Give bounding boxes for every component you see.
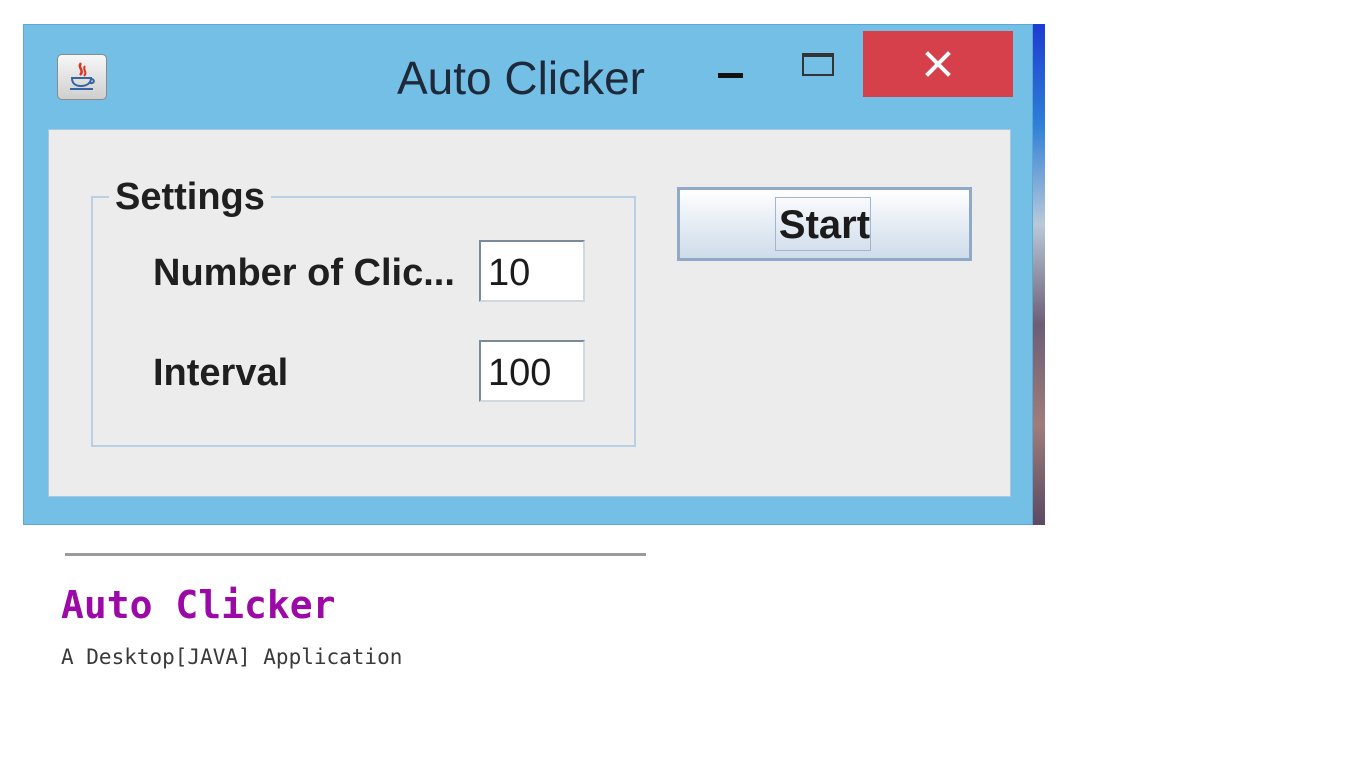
settings-legend: Settings bbox=[109, 176, 271, 219]
settings-group: Settings Number of Clic... 10 Interval 1… bbox=[91, 176, 636, 447]
minimize-button[interactable] bbox=[704, 55, 764, 95]
title-bar[interactable]: Auto Clicker bbox=[24, 25, 1034, 129]
maximize-button[interactable] bbox=[784, 47, 854, 87]
close-button[interactable] bbox=[863, 31, 1013, 97]
page: Auto Clicker Settings Number of Clic... bbox=[0, 0, 1366, 768]
desktop-background bbox=[1033, 24, 1045, 525]
java-cup-icon[interactable] bbox=[57, 54, 107, 100]
app-window: Auto Clicker Settings Number of Clic... bbox=[23, 24, 1033, 525]
caption-subtitle: A Desktop[JAVA] Application bbox=[61, 645, 403, 669]
window-title: Auto Clicker bbox=[397, 52, 645, 104]
minimize-icon bbox=[718, 73, 743, 78]
close-icon bbox=[925, 51, 951, 77]
maximize-icon bbox=[802, 53, 834, 76]
interval-field[interactable]: 100 bbox=[479, 340, 585, 402]
clicks-field[interactable]: 10 bbox=[479, 240, 585, 302]
start-label: Start bbox=[778, 203, 871, 247]
caption-title: Auto Clicker bbox=[61, 583, 336, 627]
start-button[interactable]: Start bbox=[677, 187, 972, 261]
screenshot-frame: Auto Clicker Settings Number of Clic... bbox=[23, 24, 1045, 525]
clicks-label: Number of Clic... bbox=[153, 252, 455, 294]
content-panel: Settings Number of Clic... 10 Interval 1… bbox=[48, 129, 1011, 497]
divider bbox=[65, 553, 646, 556]
interval-label: Interval bbox=[153, 352, 289, 394]
